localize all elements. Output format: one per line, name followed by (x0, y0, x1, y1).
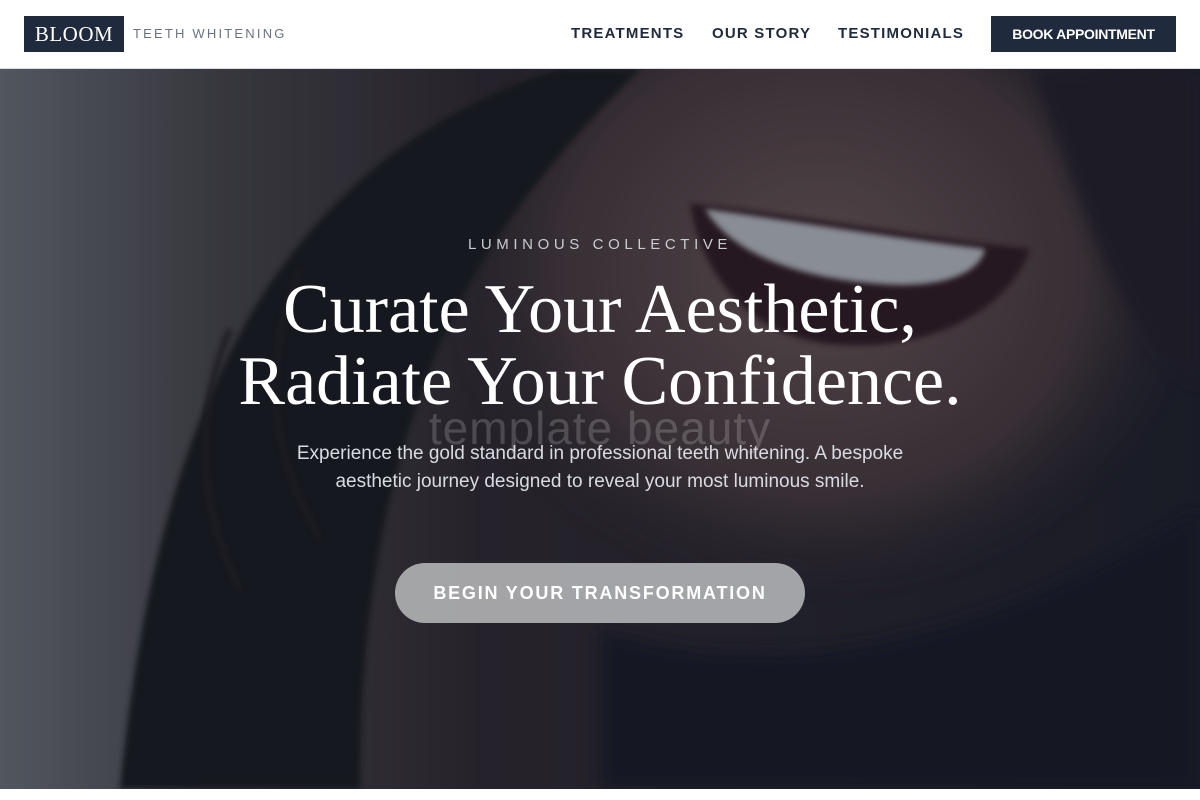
hero-headline: Curate Your Aesthetic, Radiate Your Conf… (0, 274, 1200, 418)
nav-link-treatments[interactable]: TREATMENTS (571, 24, 684, 44)
page-bottom-strip (0, 789, 1200, 800)
hero-headline-line-1: Curate Your Aesthetic, (283, 271, 917, 348)
brand-tagline: TEETH WHITENING (133, 26, 287, 41)
nav-link-our-story[interactable]: OUR STORY (712, 24, 811, 44)
hero-eyebrow: LUMINOUS COLLECTIVE (467, 236, 733, 253)
site-header: BLOOM TEETH WHITENING TREATMENTS OUR STO… (0, 0, 1200, 69)
nav-link-testimonials[interactable]: TESTIMONIALS (838, 24, 964, 44)
book-appointment-button[interactable]: BOOK APPOINTMENT (991, 16, 1176, 52)
hero-description: Experience the gold standard in professi… (296, 443, 904, 492)
begin-transformation-button[interactable]: BEGIN YOUR TRANSFORMATION (395, 563, 805, 623)
brand-logo[interactable]: BLOOM (24, 16, 124, 52)
hero-section: LUMINOUS COLLECTIVE Curate Your Aestheti… (0, 69, 1200, 789)
